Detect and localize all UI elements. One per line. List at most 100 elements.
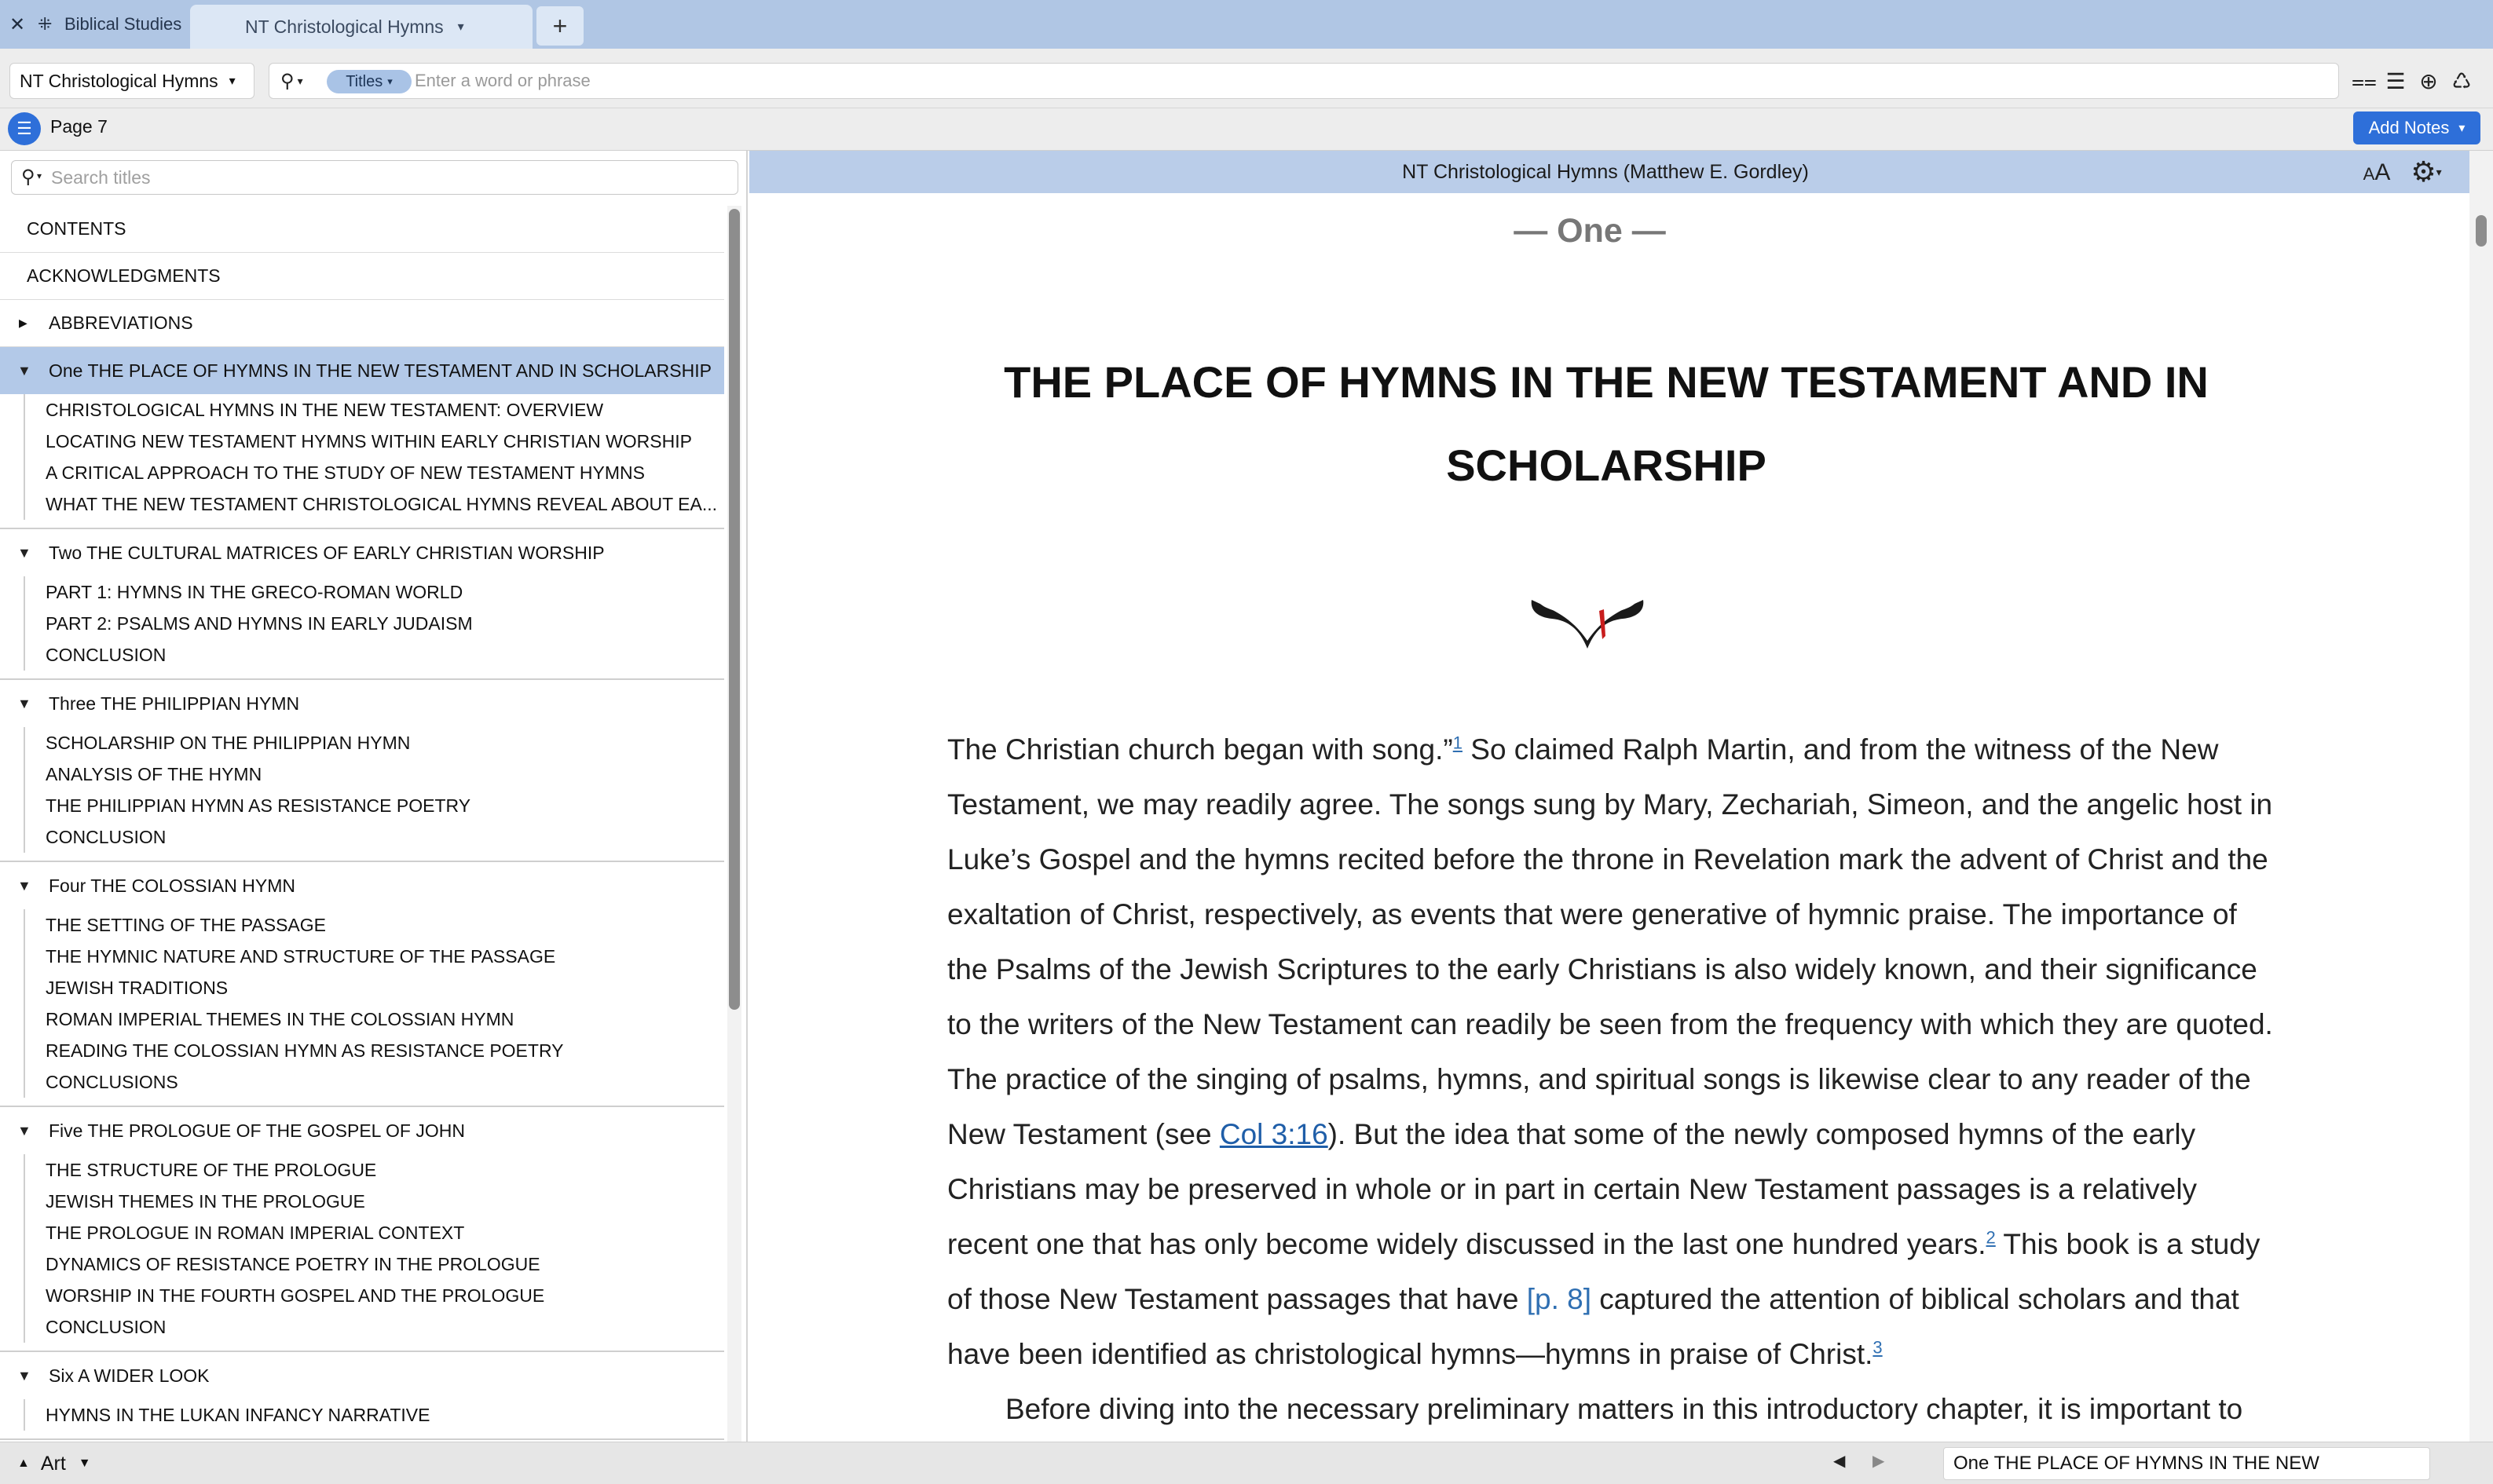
- toc-chapter-heading[interactable]: ▼ Four THE COLOSSIAN HYMN: [0, 862, 724, 909]
- table-of-contents: CONTENTS ACKNOWLEDGMENTS ▶ ABBREVIATIONS ▼ On…: [0, 206, 724, 1440]
- parallel-icon[interactable]: ⩵: [2347, 63, 2381, 99]
- toc-chapter-heading[interactable]: ▼ Three THE PHILIPPIAN HYMN: [0, 680, 724, 727]
- paragraph-2: Before diving into the necessary prelimi…: [1005, 1393, 2243, 1425]
- library-label[interactable]: Biblical Studies: [64, 14, 181, 35]
- paragraph-1: The Christian church began with song.”1 …: [947, 722, 2275, 1382]
- title-search-box[interactable]: ⚲ ▾: [11, 160, 738, 195]
- toc-section[interactable]: READING THE COLOSSIAN HYMN AS RESISTANCE…: [25, 1035, 724, 1066]
- disclosure-triangle-icon[interactable]: ▶: [19, 316, 27, 330]
- toc-section[interactable]: ANALYSIS OF THE HYMN: [25, 758, 724, 790]
- toc-section[interactable]: THE SETTING OF THE PASSAGE: [25, 909, 724, 941]
- toc-entry[interactable]: CONTENTS: [0, 206, 724, 253]
- search-icon[interactable]: ⚲: [280, 70, 295, 93]
- toc-section[interactable]: LOCATING NEW TESTAMENT HYMNS WITHIN EARL…: [25, 426, 724, 457]
- add-circle-icon[interactable]: ⊕: [2411, 63, 2446, 99]
- disclosure-triangle-icon[interactable]: ▼: [17, 680, 31, 727]
- toc-chapter-heading[interactable]: ▼ One THE PLACE OF HYMNS IN THE NEW TESTA…: [0, 347, 724, 394]
- footnote-1-link[interactable]: 1: [1453, 733, 1462, 753]
- page-marker-link[interactable]: [p. 8]: [1527, 1283, 1591, 1315]
- toc-scrollbar-thumb[interactable]: [729, 209, 740, 1010]
- chevron-down-icon: ▾: [229, 75, 236, 88]
- chevron-down-icon: ▾: [2436, 165, 2442, 178]
- panel-menu-icon[interactable]: ☰: [2378, 63, 2413, 99]
- chevron-up-icon: ▲: [17, 1457, 30, 1470]
- toc-chapter: ▼ Two THE CULTURAL MATRICES OF EARLY CHRI…: [0, 529, 724, 680]
- toc-entry[interactable]: ACKNOWLEDGMENTS: [0, 253, 724, 300]
- previous-location-icon[interactable]: ◀: [1833, 1451, 1845, 1471]
- toc-section-list: HYMNS IN THE LUKAN INFANCY NARRATIVE: [24, 1399, 724, 1431]
- location-field[interactable]: One THE PLACE OF HYMNS IN THE NEW: [1943, 1447, 2430, 1480]
- resource-selector[interactable]: NT Christological Hymns ▾: [9, 63, 254, 99]
- toc-chapter-label: One THE PLACE OF HYMNS IN THE NEW TESTAM…: [49, 360, 712, 381]
- disclosure-triangle-icon[interactable]: ▼: [17, 1352, 31, 1399]
- chevron-down-icon: ▼: [78, 1457, 91, 1470]
- layout-grid-icon[interactable]: ⁜: [38, 14, 52, 35]
- toc-section[interactable]: THE HYMNIC NATURE AND STRUCTURE OF THE P…: [25, 941, 724, 972]
- reader-scrollbar-track[interactable]: [2469, 151, 2493, 1442]
- toc-chapter-heading[interactable]: ▼ Six A WIDER LOOK: [0, 1352, 724, 1399]
- reader-settings-button[interactable]: ⚙ ▾: [2407, 154, 2446, 190]
- chevron-down-icon[interactable]: ▾: [37, 170, 42, 181]
- disclosure-triangle-icon[interactable]: ▼: [17, 862, 31, 909]
- font-size-button[interactable]: AAAA: [2359, 155, 2394, 190]
- disclosure-triangle-icon[interactable]: ▼: [17, 347, 31, 394]
- reader-scrollbar-thumb[interactable]: [2476, 215, 2487, 247]
- open-book-ornament-icon: [1531, 600, 1644, 649]
- disclosure-triangle-icon[interactable]: ▼: [17, 1107, 31, 1154]
- toc-section[interactable]: SCHOLARSHIP ON THE PHILIPPIAN HYMN: [25, 727, 724, 758]
- toc-section[interactable]: CHRISTOLOGICAL HYMNS IN THE NEW TESTAMEN…: [25, 394, 724, 426]
- toc-chapter: ▼ Three THE PHILIPPIAN HYMN SCHOLARSHIP ON…: [0, 680, 724, 862]
- toc-section[interactable]: HYMNS IN THE LUKAN INFANCY NARRATIVE: [25, 1399, 724, 1431]
- panel-menu-button[interactable]: ▲ Art ▼: [17, 1446, 91, 1481]
- toc-section[interactable]: THE STRUCTURE OF THE PROLOGUE: [25, 1154, 724, 1186]
- chevron-down-icon[interactable]: ▾: [458, 19, 464, 35]
- toc-chapter-heading[interactable]: ▼ Five THE PROLOGUE OF THE GOSPEL OF JOHN: [0, 1107, 724, 1154]
- toc-section[interactable]: ROMAN IMPERIAL THEMES IN THE COLOSSIAN H…: [25, 1003, 724, 1035]
- toc-section[interactable]: THE PROLOGUE IN ROMAN IMPERIAL CONTEXT: [25, 1217, 724, 1248]
- toc-section[interactable]: CONCLUSIONS: [25, 1066, 724, 1098]
- toc-section-list: THE SETTING OF THE PASSAGE THE HYMNIC NAT…: [24, 909, 724, 1098]
- search-input[interactable]: [415, 64, 2221, 97]
- disclosure-triangle-icon[interactable]: ▼: [17, 529, 31, 576]
- toc-section[interactable]: A CRITICAL APPROACH TO THE STUDY OF NEW …: [25, 457, 724, 488]
- toc-section[interactable]: CONCLUSION: [25, 639, 724, 671]
- gear-icon: ⚙: [2411, 155, 2436, 188]
- toc-section[interactable]: CONCLUSION: [25, 1311, 724, 1343]
- search-titles-input[interactable]: [51, 161, 727, 194]
- add-notes-label: Add Notes: [2368, 118, 2450, 137]
- add-notes-button[interactable]: Add Notes ▾: [2353, 111, 2480, 144]
- toc-section[interactable]: CONCLUSION: [25, 821, 724, 853]
- footnote-3-link[interactable]: 3: [1872, 1338, 1882, 1358]
- toc-section[interactable]: PART 2: PSALMS AND HYMNS IN EARLY JUDAIS…: [25, 608, 724, 639]
- footnote-2-link[interactable]: 2: [1986, 1228, 1996, 1248]
- text-run: The Christian church began with song.”: [947, 733, 1453, 766]
- toc-entry[interactable]: ▶ ABBREVIATIONS: [0, 300, 724, 347]
- toc-chapter: ▼ One THE PLACE OF HYMNS IN THE NEW TESTA…: [0, 347, 724, 529]
- table-of-contents-button[interactable]: ☰: [8, 112, 41, 145]
- toc-section[interactable]: WORSHIP IN THE FOURTH GOSPEL AND THE PRO…: [25, 1280, 724, 1311]
- toc-entry-label: CONTENTS: [27, 218, 126, 239]
- bible-reference-link[interactable]: Col 3:16: [1220, 1118, 1328, 1150]
- search-scope-label: Titles: [346, 72, 383, 90]
- toc-section[interactable]: JEWISH TRADITIONS: [25, 972, 724, 1003]
- toc-section[interactable]: PART 1: HYMNS IN THE GRECO-ROMAN WORLD: [25, 576, 724, 608]
- add-tab-button[interactable]: +: [536, 6, 584, 46]
- toc-section[interactable]: WHAT THE NEW TESTAMENT CHRISTOLOGICAL HY…: [25, 488, 724, 520]
- share-icon[interactable]: ♺: [2444, 63, 2479, 99]
- toc-section[interactable]: THE PHILIPPIAN HYMN AS RESISTANCE POETRY: [25, 790, 724, 821]
- close-layout-icon[interactable]: ✕: [9, 0, 25, 49]
- panel-menu-label: Art: [40, 1452, 66, 1475]
- toc-chapter-heading[interactable]: ▼ Two THE CULTURAL MATRICES OF EARLY CHRI…: [0, 529, 724, 576]
- chevron-down-icon[interactable]: ▾: [298, 75, 303, 88]
- list-icon: ☰: [16, 119, 32, 138]
- toc-section[interactable]: DYNAMICS OF RESISTANCE POETRY IN THE PRO…: [25, 1248, 724, 1280]
- toc-section[interactable]: JEWISH THEMES IN THE PROLOGUE: [25, 1186, 724, 1217]
- next-location-icon[interactable]: ▶: [1872, 1451, 1884, 1471]
- tab-nt-christological-hymns[interactable]: NT Christological Hymns ▾: [190, 5, 533, 49]
- toc-chapter-label: Three THE PHILIPPIAN HYMN: [49, 693, 300, 714]
- search-scope-chip[interactable]: Titles ▾: [327, 70, 412, 93]
- toc-entry-label: ABBREVIATIONS: [49, 313, 193, 333]
- toc-chapter: ▼ Five THE PROLOGUE OF THE GOSPEL OF JOHN…: [0, 1107, 724, 1352]
- chapter-body: The Christian church began with song.”1 …: [947, 722, 2275, 1437]
- text-size-icon: AAAA: [2363, 159, 2391, 185]
